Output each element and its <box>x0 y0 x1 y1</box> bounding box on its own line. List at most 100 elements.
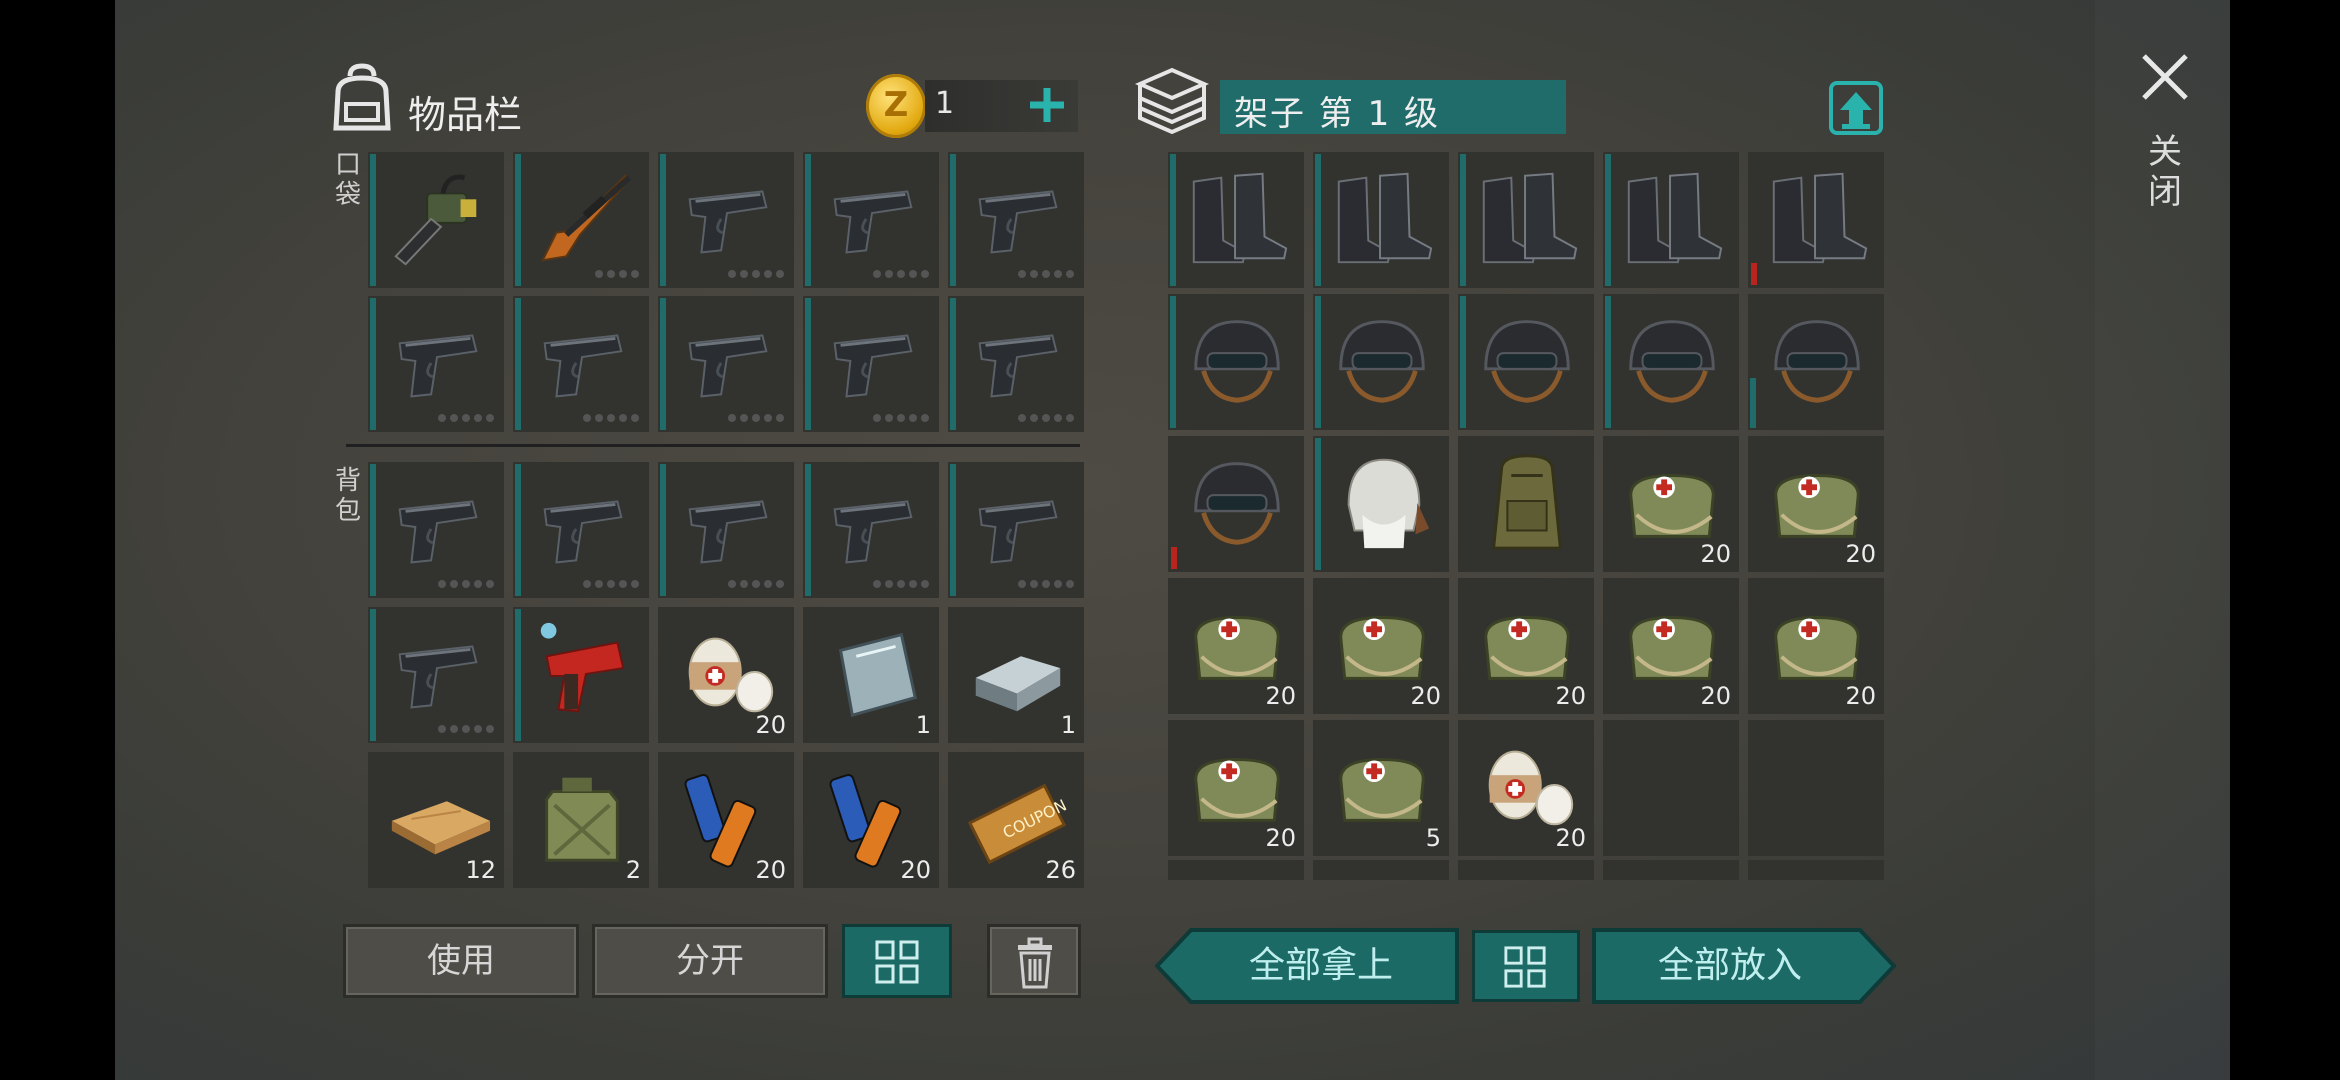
backpack-slot[interactable]: 1 <box>948 607 1084 743</box>
boots-icon <box>1772 172 1868 264</box>
pocket-slot[interactable] <box>368 296 504 432</box>
shelf-more-cell <box>1313 860 1449 880</box>
pistol-icon <box>978 334 1058 398</box>
pocket-slot[interactable] <box>803 296 939 432</box>
shelf-slot[interactable]: 20 <box>1603 578 1739 714</box>
item-quantity: 20 <box>1700 540 1731 568</box>
backpack-slot[interactable] <box>513 607 649 743</box>
backpack-slot[interactable]: 2 <box>513 752 649 888</box>
pocket-slot[interactable] <box>803 152 939 288</box>
pistol-icon <box>688 190 768 254</box>
backpack-slot[interactable] <box>658 462 794 598</box>
item-quantity: 20 <box>1845 682 1876 710</box>
ammo-dots <box>595 270 639 278</box>
pocket-slot[interactable] <box>658 296 794 432</box>
aviator-hat-icon <box>1347 458 1430 549</box>
trash-icon <box>1018 937 1052 989</box>
shelf-slot[interactable] <box>1603 294 1739 430</box>
backpack-slot[interactable] <box>368 462 504 598</box>
add-coins-button[interactable] <box>1022 80 1072 130</box>
sort-shelf-button[interactable] <box>1472 930 1580 1002</box>
backpack-slot[interactable]: 20 <box>803 752 939 888</box>
ammo-dots <box>438 580 494 588</box>
backpack-slot[interactable]: COUPON 26 <box>948 752 1084 888</box>
backpack-slot[interactable] <box>513 462 649 598</box>
pocket-slot[interactable] <box>513 152 649 288</box>
ammo-dots <box>873 580 929 588</box>
shelf-more-cell <box>1168 860 1304 880</box>
backpack-slot[interactable] <box>803 462 939 598</box>
helmet-icon <box>1774 320 1860 403</box>
shelf-slot[interactable] <box>1313 152 1449 288</box>
shelf-slot[interactable] <box>1313 294 1449 430</box>
boots-icon <box>1192 172 1288 264</box>
shelf-slot[interactable] <box>1458 436 1594 572</box>
shelf-slot[interactable]: 20 <box>1313 578 1449 714</box>
pocket-slot[interactable] <box>513 296 649 432</box>
put-all-button[interactable]: 全部放入 <box>1592 928 1896 1004</box>
shelf-slot[interactable] <box>1748 152 1884 288</box>
pistol-icon <box>543 500 623 564</box>
pocket-slot[interactable] <box>948 152 1084 288</box>
pocket-slot[interactable] <box>658 152 794 288</box>
empty-slot[interactable] <box>1748 720 1884 856</box>
jerrycan-icon <box>545 777 619 862</box>
shelf-slot[interactable]: 20 <box>1458 578 1594 714</box>
ammo-dots <box>1018 414 1074 422</box>
item-quantity: 1 <box>915 711 931 739</box>
pocket-slot[interactable] <box>948 296 1084 432</box>
shelf-slot[interactable]: 20 <box>1748 578 1884 714</box>
shelf-slot[interactable] <box>1748 294 1884 430</box>
pocket-slot[interactable] <box>368 152 504 288</box>
item-quantity: 20 <box>1265 824 1296 852</box>
use-button[interactable]: 使用 <box>343 924 579 998</box>
item-quantity: 20 <box>1410 682 1441 710</box>
close-icon[interactable] <box>2138 50 2192 104</box>
backpack-slot[interactable] <box>368 607 504 743</box>
shelf-slot[interactable] <box>1168 152 1304 288</box>
item-quantity: 20 <box>755 856 786 884</box>
pistol-icon <box>978 500 1058 564</box>
backpack-slot[interactable] <box>948 462 1084 598</box>
shelf-slot[interactable] <box>1458 152 1594 288</box>
shelf-slot[interactable]: 20 <box>1168 720 1304 856</box>
shelf-slot[interactable] <box>1313 436 1449 572</box>
backpack-slot[interactable]: 12 <box>368 752 504 888</box>
pistol-icon <box>833 190 913 254</box>
delete-button[interactable] <box>987 924 1081 998</box>
sort-inventory-button[interactable] <box>842 924 952 998</box>
inventory-title: 物品栏 <box>408 93 523 137</box>
backpack-slot[interactable]: 1 <box>803 607 939 743</box>
backpack-slot[interactable]: 20 <box>658 752 794 888</box>
shelf-slot[interactable] <box>1168 294 1304 430</box>
ammo-dots <box>1018 580 1074 588</box>
split-button[interactable]: 分开 <box>592 924 828 998</box>
item-quantity: 26 <box>1045 856 1076 884</box>
shelf-slot[interactable] <box>1603 152 1739 288</box>
backpack-slot[interactable]: 20 <box>658 607 794 743</box>
helmet-icon <box>1484 320 1570 403</box>
item-quantity: 20 <box>1700 682 1731 710</box>
medkit-bag-icon <box>1339 757 1425 822</box>
item-quantity: 12 <box>465 856 496 884</box>
ammo-dots <box>583 414 639 422</box>
backpack-label: 背包 <box>334 466 361 526</box>
pocket-label: 口袋 <box>334 150 361 210</box>
coin-count: 1 <box>935 86 955 121</box>
take-all-button[interactable]: 全部拿上 <box>1155 928 1459 1004</box>
ammo-dots <box>1018 270 1074 278</box>
shelf-slot[interactable]: 20 <box>1603 436 1739 572</box>
shelf-slot[interactable]: 5 <box>1313 720 1449 856</box>
upload-icon[interactable] <box>1828 80 1884 136</box>
item-quantity: 20 <box>1555 682 1586 710</box>
close-label[interactable]: 关闭 <box>2143 132 2187 212</box>
shelf-slot[interactable]: 20 <box>1748 436 1884 572</box>
empty-slot[interactable] <box>1603 720 1739 856</box>
shelf-slot[interactable]: 20 <box>1458 720 1594 856</box>
shelf-slot[interactable]: 20 <box>1168 578 1304 714</box>
ammo-dots <box>583 580 639 588</box>
shelf-slot[interactable] <box>1168 436 1304 572</box>
shelf-slot[interactable] <box>1458 294 1594 430</box>
item-quantity: 20 <box>755 711 786 739</box>
ammo-dots <box>438 414 494 422</box>
